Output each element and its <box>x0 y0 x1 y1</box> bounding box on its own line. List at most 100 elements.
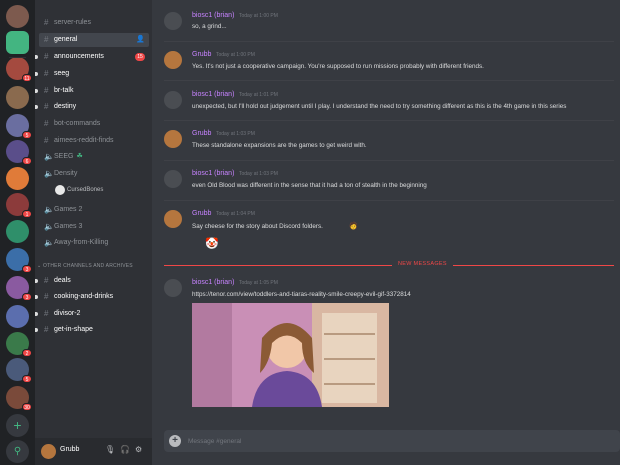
message-divider <box>164 120 614 121</box>
channel-aimees-reddit-finds[interactable]: # aimees-reddit-finds <box>39 134 149 148</box>
gear-icon[interactable]: ⚙ <box>135 445 142 454</box>
discord-window: 11 5 6 1 3 3 2 5 30 + ⚲ # server-rules # general 👤 # a… <box>0 0 620 465</box>
message-author[interactable]: Grubb <box>192 51 211 58</box>
unread-badge: 30 <box>22 403 32 411</box>
voice-user[interactable]: CursedBones <box>55 184 103 196</box>
channel-br-talk[interactable]: # br-talk <box>35 84 149 98</box>
channel-get-in-shape[interactable]: # get-in-shape <box>35 323 149 337</box>
avatar <box>55 185 65 195</box>
voice-channel-games-2[interactable]: 🔈 Games 2 <box>39 203 149 217</box>
unread-badge: 1 <box>22 210 32 218</box>
message-author[interactable]: biosc1 (brian) <box>192 12 234 19</box>
server-icon[interactable]: 3 <box>6 276 32 301</box>
message-text: even Old Blood was different in the sens… <box>192 182 427 189</box>
channel-divisor-2[interactable]: # divisor-2 <box>35 307 149 321</box>
avatar[interactable] <box>164 210 182 228</box>
channel-label: aimees-reddit-finds <box>54 137 114 144</box>
hash-icon: # <box>44 136 49 145</box>
channel-label: SEEG <box>54 153 74 160</box>
message-author[interactable]: biosc1 (brian) <box>192 170 234 177</box>
server-icon[interactable] <box>6 5 29 28</box>
avatar[interactable] <box>164 51 182 69</box>
server-icon[interactable] <box>6 220 29 243</box>
channel-seeg[interactable]: # seeg <box>35 67 149 81</box>
unread-badge: 5 <box>22 375 32 383</box>
hash-icon: # <box>44 292 49 301</box>
channel-server-rules[interactable]: # server-rules <box>39 16 149 30</box>
server-icon[interactable]: 2 <box>6 332 32 357</box>
speaker-icon: 🔈 <box>44 152 54 161</box>
channel-cooking-and-drinks[interactable]: # cooking-and-drinks <box>35 290 149 304</box>
avatar[interactable] <box>164 130 182 148</box>
avatar[interactable] <box>41 444 56 459</box>
server-icon[interactable]: 5 <box>6 114 32 139</box>
avatar[interactable] <box>164 170 182 188</box>
message-composer: + <box>164 430 620 452</box>
rail-divider <box>9 57 26 58</box>
add-user-icon[interactable]: 👤 <box>136 33 145 47</box>
category-other-channels[interactable]: ⌄ OTHER CHANNELS AND ARCHIVES <box>37 263 149 269</box>
hash-icon: # <box>44 86 49 95</box>
microphone-icon[interactable]: 🎙 <box>105 445 115 454</box>
gif-image <box>192 303 389 407</box>
server-icon[interactable]: 6 <box>6 140 32 165</box>
avatar[interactable] <box>164 91 182 109</box>
message-timestamp: Today at 1:00 PM <box>216 52 255 58</box>
speaker-icon: 🔈 <box>44 169 54 178</box>
unread-badge: 11 <box>22 74 32 82</box>
voice-channel-away-from-killing[interactable]: 🔈 Away-from-Killing <box>39 236 149 250</box>
message-divider <box>164 200 614 201</box>
voice-channel-games-3[interactable]: 🔈 Games 3 <box>39 220 149 234</box>
server-icon[interactable]: 30 <box>6 386 32 411</box>
message-author[interactable]: Grubb <box>192 210 211 217</box>
channel-deals[interactable]: # deals <box>35 274 149 288</box>
server-rail: 11 5 6 1 3 3 2 5 30 + ⚲ <box>0 0 35 465</box>
voice-channel-seeg[interactable]: 🔈 SEEG ☘ <box>39 150 149 164</box>
emoji-icon: 🤡 <box>205 238 219 250</box>
hash-icon: # <box>44 35 49 44</box>
voice-channel-density[interactable]: 🔈 Density <box>39 167 149 181</box>
message-author[interactable]: biosc1 (brian) <box>192 279 234 286</box>
channel-label: destiny <box>54 103 77 110</box>
unread-indicator <box>35 55 38 59</box>
message-input[interactable] <box>188 434 608 448</box>
server-icon[interactable] <box>6 167 29 190</box>
server-icon[interactable] <box>6 31 29 54</box>
server-icon[interactable] <box>6 305 29 328</box>
voice-user-name: CursedBones <box>67 187 104 193</box>
channel-announcements[interactable]: # announcements 15 <box>35 50 149 64</box>
explore-servers-icon[interactable]: ⚲ <box>6 440 29 463</box>
channel-bot-commands[interactable]: # bot-commands <box>39 117 149 131</box>
category-label: OTHER CHANNELS AND ARCHIVES <box>42 263 133 269</box>
unread-badge: 6 <box>22 157 32 165</box>
hash-icon: # <box>44 102 49 111</box>
channel-general[interactable]: # general 👤 <box>39 33 149 47</box>
message-author[interactable]: Grubb <box>192 130 211 137</box>
gif-embed[interactable] <box>192 303 389 407</box>
server-icon[interactable] <box>6 86 29 109</box>
hash-icon: # <box>44 276 49 285</box>
add-server-icon[interactable]: + <box>6 414 29 437</box>
mention-badge: 15 <box>135 53 145 61</box>
unread-badge: 3 <box>22 265 32 273</box>
channel-label: deals <box>54 277 71 284</box>
message-text: unexpected, but I'll hold out judgement … <box>192 103 567 110</box>
server-icon[interactable]: 1 <box>6 193 32 218</box>
upload-plus-icon[interactable]: + <box>169 435 181 447</box>
avatar[interactable] <box>164 279 182 297</box>
message-author[interactable]: biosc1 (brian) <box>192 91 234 98</box>
hash-icon: # <box>44 69 49 78</box>
server-icon[interactable]: 11 <box>6 57 32 82</box>
avatar[interactable] <box>164 12 182 30</box>
channel-label: general <box>54 36 78 43</box>
server-icon[interactable]: 3 <box>6 248 32 273</box>
message-timestamp: Today at 1:05 PM <box>239 280 278 286</box>
server-icon[interactable]: 5 <box>6 358 32 383</box>
channel-label: Density <box>54 170 78 177</box>
unread-indicator <box>35 105 38 109</box>
message-text: Say cheese for the story about Discord f… <box>192 223 323 230</box>
message-link[interactable]: https://tenor.com/view/toddlers-and-tiar… <box>192 291 411 298</box>
headphones-icon[interactable]: 🎧 <box>120 445 130 454</box>
channel-destiny[interactable]: # destiny <box>35 100 149 114</box>
message-text: These standalone expansions are the game… <box>192 142 367 149</box>
